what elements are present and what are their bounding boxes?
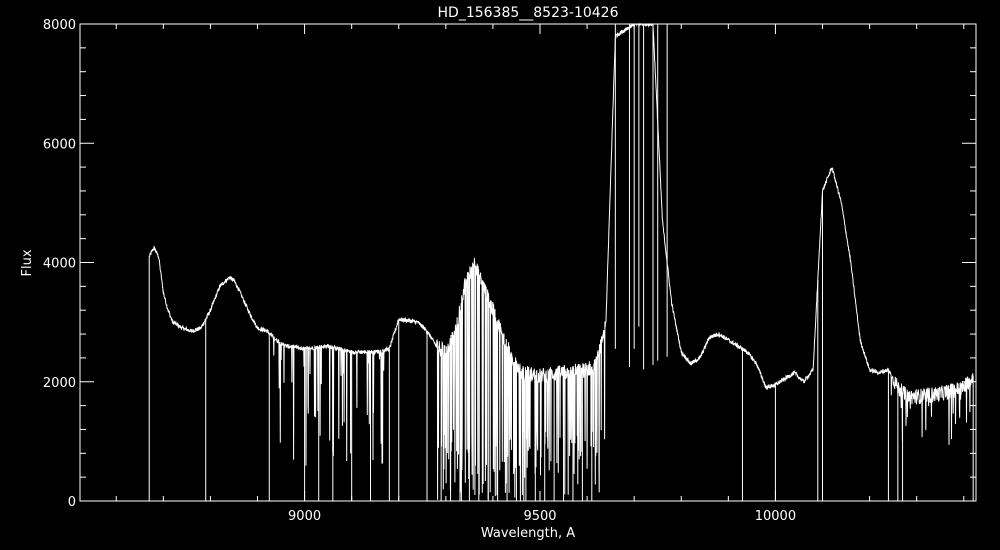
y-tick-label: 0 [68,495,76,510]
x-axis-label: Wavelength, A [481,526,575,541]
x-tick-label: 10000 [755,509,796,524]
x-tick-label: 9000 [288,509,321,524]
y-tick-label: 2000 [43,376,76,391]
chart-title: HD_156385__8523-10426 [438,5,619,21]
spectrum-chart: 9000 9500 10000 0 2000 4000 6000 8000 HD_156385… [0,0,1000,550]
y-tick-label: 8000 [43,18,76,33]
x-tick-label: 9500 [523,509,556,524]
y-tick-label: 6000 [43,137,76,152]
y-tick-label: 4000 [43,257,76,272]
y-axis-label: Flux [20,249,35,276]
